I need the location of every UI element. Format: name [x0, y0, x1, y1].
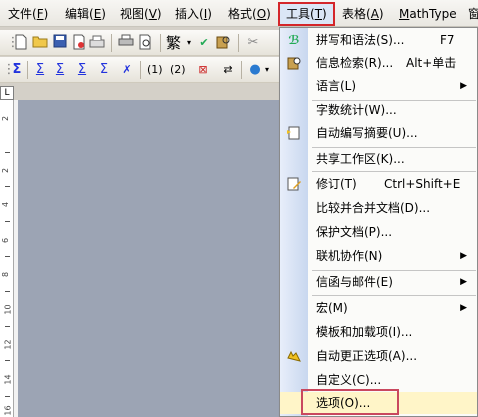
research-icon[interactable] [214, 34, 232, 52]
ruler-label: 14 [3, 374, 13, 385]
cut-icon[interactable]: ✂ [244, 34, 262, 52]
ruler-mark [5, 186, 10, 187]
spell-check-icon[interactable]: ✔ [195, 34, 213, 52]
page-edge [14, 100, 18, 417]
toolbar-separator [238, 34, 239, 52]
traditional-chinese-button[interactable]: 繁 [166, 34, 184, 52]
ruler-mark [5, 291, 10, 292]
save-icon[interactable] [51, 34, 69, 52]
email-icon[interactable] [88, 34, 106, 52]
submenu-arrow-icon: ▶ [460, 277, 467, 287]
new-document-icon[interactable] [12, 34, 30, 52]
toolbar-separator [160, 34, 161, 52]
track-changes-icon [285, 176, 303, 192]
toolbar-separator [111, 34, 112, 52]
equation-number-button[interactable]: (1) [147, 61, 163, 79]
menu-item-protect-document[interactable]: 保护文档(P)... [280, 221, 477, 243]
sum-subscript-icon[interactable]: Σ [73, 61, 91, 79]
menu-item-autocorrect[interactable]: 自动更正选项(A)... [280, 345, 477, 367]
vertical-ruler: 2 2 4 6 8 10 12 14 16 [0, 100, 14, 417]
ruler-label: 4 [1, 201, 11, 208]
document-area[interactable] [14, 100, 280, 417]
ruler-label: 16 [3, 405, 13, 416]
sum-underline-icon[interactable]: Σ [31, 61, 49, 79]
print-preview-icon[interactable] [137, 34, 155, 52]
horizontal-ruler [14, 86, 280, 100]
ruler-label: 10 [3, 304, 13, 315]
menu-item-language[interactable]: 语言(L) ▶ [280, 75, 477, 97]
sum-superscript-icon[interactable]: Σ [95, 61, 113, 79]
menu-item-compare-merge[interactable]: 比较并合并文档(D)... [280, 197, 477, 219]
toolbar-separator [27, 61, 28, 79]
tools-menu: ℬ 拼写和语法(S)... F7 信息检索(R)... Alt+单击 语言(L)… [279, 27, 478, 417]
menu-item-customize[interactable]: 自定义(C)... [280, 369, 477, 391]
ruler-mark [5, 221, 10, 222]
menu-tools[interactable]: 工具(T) [278, 2, 335, 26]
menu-view[interactable]: 视图(V) [118, 4, 164, 24]
ruler-label: 8 [1, 271, 11, 278]
menu-item-macro[interactable]: 宏(M) ▶ [280, 297, 477, 319]
menu-edit[interactable]: 编辑(E) [63, 4, 108, 24]
clear-format-icon[interactable]: ✗ [118, 61, 136, 79]
autocorrect-icon [285, 348, 303, 364]
ruler-label: 12 [3, 339, 13, 350]
menu-separator [312, 171, 476, 172]
ruler-mark [5, 360, 10, 361]
ruler-label: 6 [1, 237, 11, 244]
sum-double-underline-icon[interactable]: Σ [51, 61, 69, 79]
chevron-down-icon[interactable]: ▾ [262, 61, 272, 79]
ruler-mark [5, 396, 10, 397]
menu-window[interactable]: 窗 [466, 4, 478, 24]
ruler-label: 2 [1, 167, 11, 174]
menu-item-shared-workspace[interactable]: 共享工作区(K)... [280, 148, 477, 170]
print-icon[interactable] [117, 34, 135, 52]
open-folder-icon[interactable] [31, 34, 49, 52]
menu-item-templates-addins[interactable]: 模板和加载项(I)... [280, 321, 477, 343]
formula-toolbar: ⋮ Σ Σ Σ Σ Σ ✗ (1) (2) ⊠ ⇄ ● ▾ [0, 57, 280, 83]
permission-icon[interactable] [70, 34, 88, 52]
submenu-arrow-icon: ▶ [460, 81, 467, 91]
menu-file[interactable]: 文件(F) [6, 4, 50, 24]
ruler-mark [5, 326, 10, 327]
research-icon [285, 55, 303, 71]
menu-item-autosummarize[interactable]: 自动编写摘要(U)... [280, 122, 477, 144]
insert-number-button[interactable]: (2) [170, 61, 186, 79]
menu-item-spelling[interactable]: ℬ 拼写和语法(S)... F7 [280, 29, 477, 51]
toolbar-separator [140, 61, 141, 79]
toolbar-separator [241, 61, 242, 79]
submenu-arrow-icon: ▶ [460, 303, 467, 313]
menu-separator [312, 295, 476, 296]
chevron-down-icon[interactable]: ▾ [184, 34, 194, 52]
sum-icon[interactable]: Σ [8, 61, 26, 79]
menu-item-track-changes[interactable]: 修订(T) Ctrl+Shift+E [280, 173, 477, 195]
menu-insert[interactable]: 插入(I) [173, 4, 214, 24]
menu-item-word-count[interactable]: 字数统计(W)... [280, 99, 477, 121]
ruler-mark [5, 256, 10, 257]
menu-mathtype[interactable]: MathType [397, 4, 459, 24]
ruler-label: 2 [1, 115, 11, 122]
delete-number-icon[interactable]: ⊠ [194, 61, 212, 79]
menu-item-research[interactable]: 信息检索(R)... Alt+单击 [280, 52, 477, 74]
ruler-mark [5, 152, 10, 153]
tab-selector[interactable]: L [0, 86, 14, 100]
menu-item-letters-mailings[interactable]: 信函与邮件(E) ▶ [280, 271, 477, 293]
standard-toolbar: ⋮ 繁 ▾ ✔ ✂ [0, 30, 280, 56]
menu-bar: 文件(F) 编辑(E) 视图(V) 插入(I) 格式(O) 工具(T) 表格(A… [0, 0, 478, 27]
menu-item-options[interactable]: 选项(O)... [280, 392, 477, 414]
autosummarize-icon [285, 125, 303, 141]
spelling-icon: ℬ [288, 33, 300, 47]
submenu-arrow-icon: ▶ [460, 251, 467, 261]
menu-format[interactable]: 格式(O) [226, 4, 273, 24]
menu-item-online-collaboration[interactable]: 联机协作(N) ▶ [280, 245, 477, 267]
update-icon[interactable]: ⇄ [219, 61, 237, 79]
menu-table[interactable]: 表格(A) [340, 4, 386, 24]
